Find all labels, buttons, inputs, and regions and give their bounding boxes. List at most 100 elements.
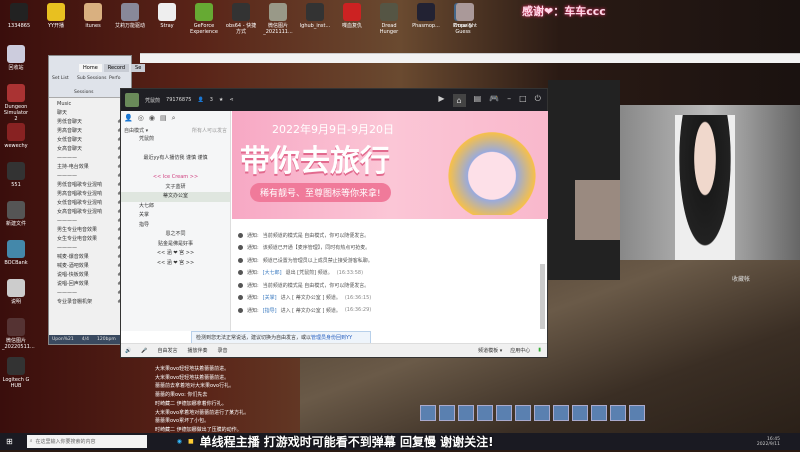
channel-item[interactable]: 恩之不同 (121, 230, 230, 240)
channel-item[interactable]: 大七郎 (121, 202, 230, 212)
session-item[interactable]: ————#36 (49, 244, 131, 253)
session-item[interactable]: ————#42 (49, 289, 131, 298)
message-user[interactable]: [关掌] (263, 294, 277, 301)
share-icon[interactable]: ⋖ (229, 97, 233, 103)
desktop-icon[interactable]: Dread Hunger (372, 3, 406, 35)
home-icon[interactable]: ⌂ (452, 93, 466, 107)
desktop-icon[interactable]: GeForce Experience (187, 3, 221, 35)
session-item[interactable]: 女低音唱歌专业混响#31 (49, 199, 131, 208)
session-item[interactable]: 男低音唱歌专业混响#29 (49, 181, 131, 190)
session-item[interactable]: 男高音聊天#19 (49, 127, 131, 136)
session-item[interactable]: 说唱-回声效果#41 (49, 280, 131, 289)
session-item[interactable]: 主持-电台效果#25 (49, 163, 131, 172)
desktop-icon[interactable]: Logitech G HUB (2, 357, 30, 396)
location-icon[interactable]: ◉ (149, 114, 155, 123)
desktop-icon[interactable]: lghub_inst... (298, 3, 332, 29)
tip-link[interactable]: 管理员身份回到YY (311, 335, 352, 341)
record-button[interactable]: 录音 (218, 347, 228, 354)
perform-button[interactable]: Perfo (109, 76, 121, 81)
star-icon[interactable]: ★ (219, 97, 223, 103)
template-button[interactable]: 频道模板 ▾ (478, 347, 502, 354)
message-user[interactable]: [大七郎] (263, 269, 282, 276)
channel-item[interactable]: 蒂文办公室 (121, 192, 230, 202)
desktop-icon[interactable]: YY开播 (39, 3, 73, 29)
channel-item[interactable]: << 涵 ❤ 宫 >> (121, 249, 230, 259)
channel-item[interactable]: << 涵 ❤ 宫 >> (121, 259, 230, 269)
desktop-icon[interactable]: 回收站 (2, 45, 30, 84)
mode-select[interactable]: 自由模式 ▾ (124, 127, 148, 134)
search-icon[interactable]: ⌕ (172, 114, 176, 123)
desktop-icon[interactable]: Propnight (448, 3, 482, 29)
channel-item[interactable]: 文子蓝研 (121, 183, 230, 193)
app-center-button[interactable]: 应用中心 (510, 347, 530, 354)
desktop-icon[interactable]: wewechy (2, 123, 30, 162)
close-icon[interactable]: ⏻ (535, 94, 541, 107)
windows-icon[interactable]: ⊞ (6, 437, 13, 446)
desktop-icon[interactable]: 喋血复仇 (335, 3, 369, 29)
session-item[interactable]: 女高音唱歌专业混响#32 (49, 208, 131, 217)
session-item[interactable]: ————#26 (49, 172, 131, 181)
desktop-icon[interactable]: Stray (150, 3, 184, 29)
set-list-button[interactable]: Set List (52, 76, 69, 81)
desktop-icon[interactable]: 微信图片_20220511... (2, 318, 35, 357)
desktop-icon[interactable]: 新建文件 (2, 201, 30, 240)
sub-sessions-button[interactable]: Sub Sessions (77, 76, 107, 81)
session-item[interactable]: ————#22 (49, 154, 131, 163)
session-item[interactable]: 聊天#2 (49, 109, 131, 118)
session-item[interactable]: 男高音唱歌专业混响#30 (49, 190, 131, 199)
session-item[interactable]: ————#33 (49, 217, 131, 226)
gamepad-icon[interactable]: 🎮 (489, 94, 499, 107)
session-item[interactable]: 说唱-快板效果#40 (49, 271, 131, 280)
chat-icon[interactable]: ◎ (138, 114, 144, 123)
video-icon[interactable]: ▶ (438, 94, 444, 107)
tab-se[interactable]: Se (131, 64, 146, 72)
desktop-icon[interactable]: itunes (76, 3, 110, 29)
session-item[interactable]: 喊麦-酒吧效果#38 (49, 262, 131, 271)
channel-avatar[interactable] (125, 93, 139, 107)
promo-banner[interactable]: 2022年9月9日-9月20日 带你去旅行 稀有靓号、至尊图标等你来拿! (232, 111, 548, 219)
edge-icon[interactable]: ◉ (177, 438, 182, 445)
desktop-icon[interactable]: 1334865 (2, 3, 36, 29)
list-icon[interactable]: ▤ (474, 94, 482, 107)
system-clock[interactable]: 16:45 2022/9/11 (757, 437, 800, 447)
volume-icon[interactable]: 🔊 (125, 348, 131, 354)
session-item[interactable]: 女低音聊天#20 (49, 136, 131, 145)
desktop-icon[interactable]: 微信图片_2021111... (261, 3, 295, 35)
desktop-icon[interactable]: obs64 - 快捷方式 (224, 3, 258, 35)
channel-item[interactable] (121, 145, 230, 155)
desktop-icon[interactable]: 说明 (2, 279, 30, 318)
session-item[interactable]: Music#2 (49, 100, 131, 109)
desktop-icon[interactable]: Phasmop... (409, 3, 443, 29)
session-item[interactable]: 喊麦-爆音效果#37 (49, 253, 131, 262)
channel-item[interactable]: << Ice Cream >> (121, 173, 230, 183)
desktop-icon[interactable]: 艾莉万能驱动 (113, 3, 147, 29)
session-item[interactable]: 男低音聊天#18 (49, 118, 131, 127)
desktop-icon[interactable]: Dungeon Simulator 2 (2, 84, 30, 123)
session-item[interactable]: 女高音聊天#21 (49, 145, 131, 154)
folder-icon[interactable]: ■ (188, 438, 194, 445)
maximize-icon[interactable]: □ (519, 94, 527, 107)
tab-record[interactable]: Record (103, 64, 130, 72)
channel-item[interactable]: 最近yy有人播仿我 谨慎 谨慎 (121, 154, 230, 164)
free-speak-button[interactable]: 自由发言 (157, 347, 177, 354)
tab-home[interactable]: Home (79, 64, 102, 72)
channel-item[interactable]: 指导 (121, 221, 230, 231)
user-icon[interactable]: 👤 (124, 114, 133, 123)
channel-item[interactable]: 贴金是佛是好事 (121, 240, 230, 250)
notes-icon[interactable]: ▤ (160, 114, 167, 123)
session-item[interactable]: 专业录音棚机架#43 (49, 298, 131, 307)
taskbar-search[interactable]: ⌕ 在这里输入你要搜索的内容 (26, 435, 147, 448)
play-music-button[interactable]: 播放伴奏 (187, 347, 207, 354)
scrollbar[interactable] (540, 264, 545, 329)
session-item[interactable]: 女生专业电音效果#35 (49, 235, 131, 244)
channel-item[interactable]: 关掌 (121, 211, 230, 221)
channel-item[interactable] (121, 164, 230, 174)
channel-panel: 👤 ◎ ◉ ▤ ⌕ 自由模式 ▾ 所有人可以发言 凭鼠煎 最近yy有人播仿我 谨慎 谨慎 <<… (121, 111, 231, 331)
message-user[interactable]: [指导] (263, 307, 277, 314)
session-item[interactable]: 男生专业电音效果#34 (49, 226, 131, 235)
desktop-icon[interactable]: BOCBank (2, 240, 30, 279)
mic-icon[interactable]: 🎤 (141, 348, 147, 354)
desktop-icon[interactable]: 551 (2, 162, 30, 201)
minimize-icon[interactable]: – (507, 94, 511, 107)
channel-item[interactable]: 凭鼠煎 (121, 135, 230, 145)
